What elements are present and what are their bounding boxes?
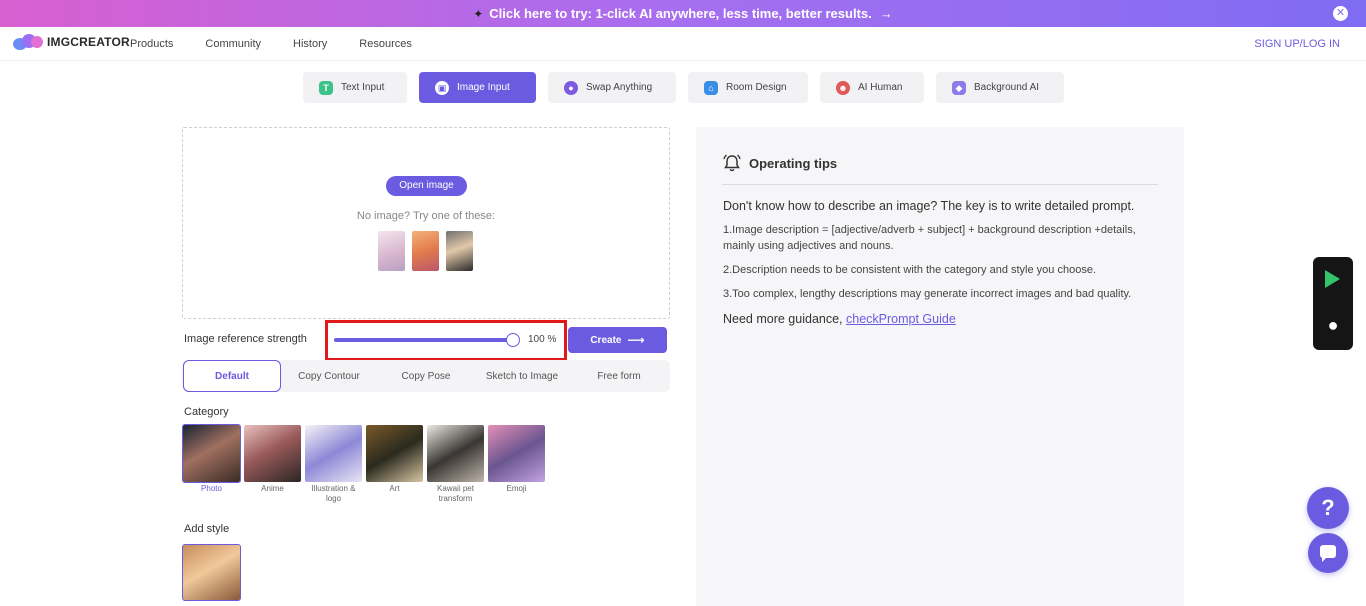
strength-value: 100 % <box>528 334 557 345</box>
open-image-button[interactable]: Open image <box>386 176 467 196</box>
mode-copy-pose[interactable]: Copy Pose <box>379 360 473 392</box>
tab-label: Room Design <box>726 82 787 93</box>
tips-title: Operating tips <box>749 155 838 171</box>
divider <box>722 184 1158 185</box>
strength-slider-track[interactable] <box>334 338 512 342</box>
tab-ai-human[interactable]: ☻ AI Human <box>820 72 924 103</box>
tab-label: Text Input <box>341 82 385 93</box>
tip-2: 2.Description needs to be consistent wit… <box>723 264 1096 276</box>
image-input-icon: ▣ <box>435 80 449 95</box>
chat-bubble-icon <box>1320 545 1336 562</box>
category-anime[interactable]: Anime <box>244 425 301 504</box>
image-upload-area[interactable]: Open image No image? Try one of these: <box>182 127 670 319</box>
logo-text: IMGCREATOR <box>47 35 130 49</box>
swap-anything-icon: ● <box>564 80 578 95</box>
mode-tabs: Default Copy Contour Copy Pose Sketch to… <box>182 360 670 392</box>
promo-banner[interactable]: ✦ Click here to try: 1-click AI anywhere… <box>0 0 1366 27</box>
category-thumbnail <box>182 424 241 483</box>
sparkle-icon: ✦ <box>473 6 484 21</box>
strength-label: Image reference strength <box>184 333 307 345</box>
tip-3: 3.Too complex, lengthy descriptions may … <box>723 288 1132 300</box>
category-list: Photo Anime Illustration & logo Art Kawa… <box>182 424 545 504</box>
sample-image-1[interactable] <box>378 231 405 271</box>
category-thumbnail <box>305 425 362 482</box>
category-item-label: Art <box>389 484 400 493</box>
nav-item-resources[interactable]: Resources <box>359 38 412 50</box>
tab-background-ai[interactable]: ◆ Background AI <box>936 72 1064 103</box>
bell-icon <box>723 154 741 172</box>
sample-image-2[interactable] <box>412 231 439 271</box>
tips-header: Operating tips <box>722 153 837 173</box>
nav-item-community[interactable]: Community <box>205 38 261 50</box>
category-item-label: Emoji <box>506 484 527 493</box>
strength-slider-handle[interactable] <box>506 333 520 347</box>
category-item-label: Illustration & logo <box>311 484 356 503</box>
promo-text[interactable]: Click here to try: 1-click AI anywhere, … <box>489 6 871 21</box>
category-label: Category <box>184 406 229 418</box>
category-illustration-logo[interactable]: Illustration & logo <box>305 425 362 504</box>
category-thumbnail <box>427 425 484 482</box>
mode-free-form[interactable]: Free form <box>572 360 666 392</box>
mode-default[interactable]: Default <box>183 360 281 392</box>
tips-more-prefix: Need more guidance, <box>723 312 846 326</box>
logo-icon <box>13 33 43 51</box>
tips-body: Don't know how to describe an image? The… <box>723 197 1143 329</box>
sample-hint: No image? Try one of these: <box>356 210 496 222</box>
logo[interactable]: IMGCREATOR <box>13 33 130 51</box>
category-item-label: Kawaii pet transform <box>437 484 474 503</box>
category-photo[interactable]: Photo <box>182 424 241 504</box>
app-download-strip: ● <box>1313 257 1353 350</box>
category-thumbnail <box>488 425 545 482</box>
arrow-right-icon: → <box>879 6 893 21</box>
create-label: Create <box>590 334 622 346</box>
arrow-right-icon: ⟶ <box>627 333 645 347</box>
sample-image-3[interactable] <box>446 231 473 271</box>
category-emoji[interactable]: Emoji <box>488 425 545 504</box>
prompt-guide-link[interactable]: checkPrompt Guide <box>846 312 956 326</box>
tab-label: AI Human <box>858 82 903 93</box>
nav-item-products[interactable]: Products <box>130 38 173 50</box>
mode-sketch-to-image[interactable]: Sketch to Image <box>475 360 569 392</box>
operating-tips-panel: Operating tips Don't know how to describ… <box>696 127 1184 606</box>
category-thumbnail <box>366 425 423 482</box>
nav-item-history[interactable]: History <box>293 38 327 50</box>
tab-text-input[interactable]: T Text Input <box>303 72 407 103</box>
add-style-label: Add style <box>184 523 230 535</box>
tab-room-design[interactable]: ⌂ Room Design <box>688 72 808 103</box>
text-input-icon: T <box>319 80 333 95</box>
chat-button[interactable] <box>1308 533 1348 573</box>
tab-image-input[interactable]: ▣ Image Input <box>419 72 536 103</box>
close-icon[interactable]: ✕ <box>1333 6 1348 21</box>
category-thumbnail <box>244 425 301 482</box>
tab-label: Swap Anything <box>586 82 653 93</box>
ai-human-icon: ☻ <box>836 80 850 95</box>
tips-more: Need more guidance, checkPrompt Guide <box>723 310 1143 329</box>
google-play-icon[interactable] <box>1325 270 1340 288</box>
category-kawaii-pet[interactable]: Kawaii pet transform <box>427 425 484 504</box>
tip-1: 1.Image description = [adjective/adverb … <box>723 224 1136 252</box>
tab-label: Image Input <box>457 82 510 93</box>
tab-swap-anything[interactable]: ● Swap Anything <box>548 72 676 103</box>
sample-images <box>378 231 473 271</box>
signup-login-link[interactable]: SIGN UP/LOG IN <box>1254 38 1340 50</box>
apple-icon[interactable]: ● <box>1323 314 1343 336</box>
category-art[interactable]: Art <box>366 425 423 504</box>
house-icon: ⌂ <box>704 80 718 95</box>
create-button[interactable]: Create ⟶ <box>568 327 667 353</box>
background-ai-icon: ◆ <box>952 80 966 95</box>
tips-lead: Don't know how to describe an image? The… <box>723 199 1135 213</box>
tab-label: Background AI <box>974 82 1040 93</box>
nav-menu: Products Community History Resources <box>130 38 444 50</box>
category-item-label: Anime <box>261 484 284 493</box>
category-item-label: Photo <box>201 484 222 493</box>
style-thumbnail[interactable] <box>182 544 241 601</box>
help-button[interactable]: ? <box>1307 487 1349 529</box>
mode-copy-contour[interactable]: Copy Contour <box>282 360 376 392</box>
top-nav: IMGCREATOR Products Community History Re… <box>0 27 1366 61</box>
tool-tabs: T Text Input ▣ Image Input ● Swap Anythi… <box>303 72 1064 103</box>
